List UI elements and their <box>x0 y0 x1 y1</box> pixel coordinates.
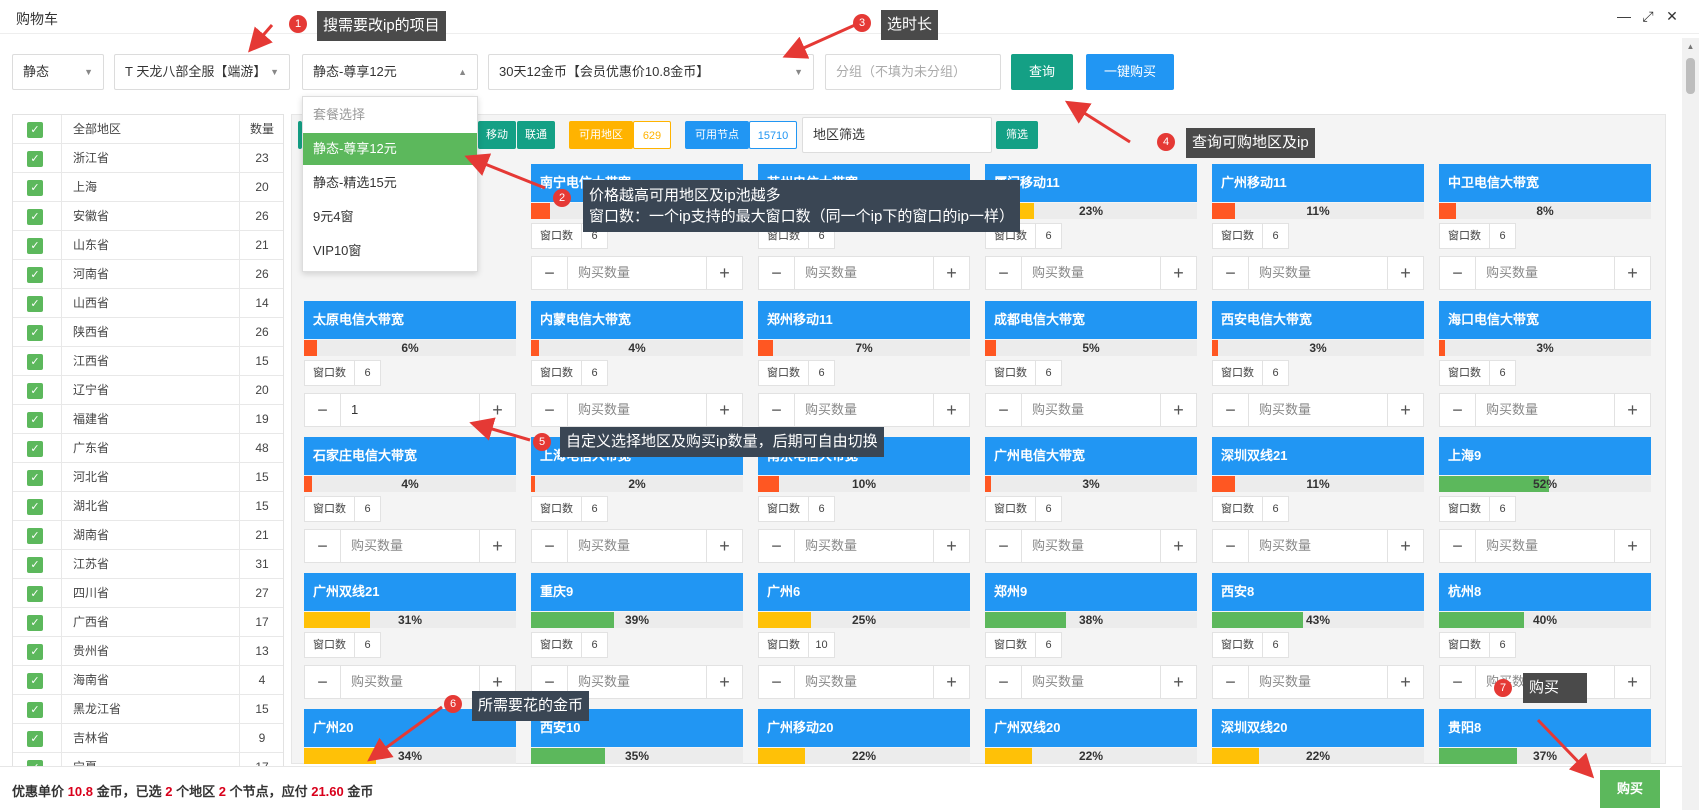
annotation-2: 价格越高可用地区及ip池越多 窗口数：一个ip支持的最大窗口数（同一个ip下的窗… <box>583 180 1021 232</box>
annotation-6-number: 6 <box>444 695 462 713</box>
arrow-4 <box>1064 100 1131 144</box>
annotation-2-line2: 窗口数：一个ip支持的最大窗口数（同一个ip下的窗口的ip一样） <box>589 208 1015 225</box>
arrow-5 <box>469 417 531 442</box>
arrow-2 <box>464 153 546 190</box>
annotation-3-number: 3 <box>853 14 871 32</box>
annotation-7-number: 7 <box>1494 679 1512 697</box>
annotation-1: 搜需要改ip的项目 <box>317 11 446 41</box>
annotation-1-number: 1 <box>289 15 307 33</box>
shopping-cart-window: 购物车 — ⤢ ✕ ▲ 静态 ▼ T 天龙八部全服【端游】 ▼ 静态-尊享12元… <box>0 0 1699 810</box>
annotation-6: 所需要花的金币 <box>472 691 590 721</box>
annotation-5-number: 5 <box>533 433 551 451</box>
annotation-5: 自定义选择地区及购买ip数量，后期可自由切换 <box>560 427 884 457</box>
annotation-3: 选时长 <box>881 10 939 40</box>
arrow-6 <box>367 705 443 762</box>
annotation-4-number: 4 <box>1157 133 1175 151</box>
annotation-7: 购买 <box>1523 673 1587 703</box>
arrow-3 <box>782 23 856 59</box>
annotation-arrows <box>248 23 1595 779</box>
arrow-7 <box>1536 718 1595 779</box>
annotation-2-number: 2 <box>553 189 571 207</box>
annotation-4: 查询可购地区及ip <box>1186 128 1315 158</box>
annotation-2-line1: 价格越高可用地区及ip池越多 <box>589 187 781 204</box>
arrow-1 <box>248 24 274 53</box>
